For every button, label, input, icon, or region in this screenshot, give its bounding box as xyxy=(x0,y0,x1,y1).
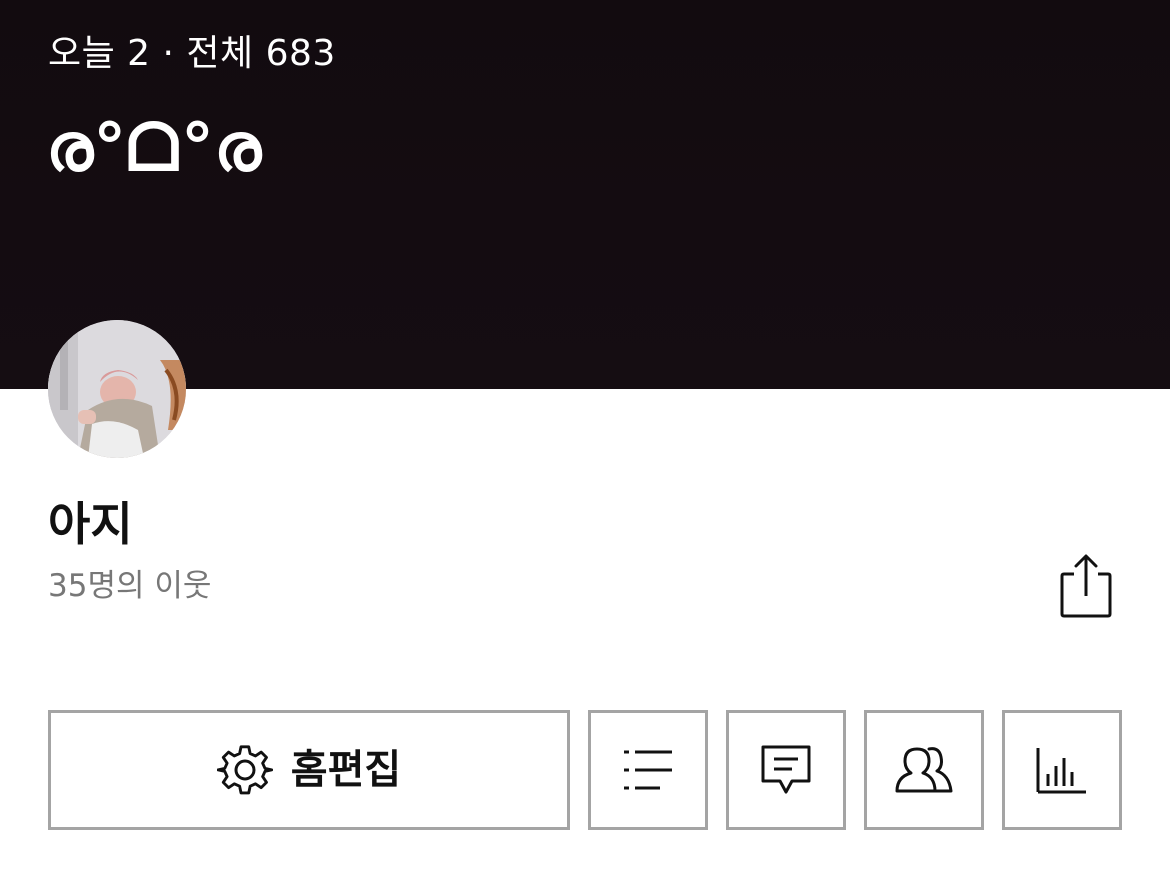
profile-name: 아지 xyxy=(48,497,133,551)
bar-chart-icon xyxy=(1036,746,1088,794)
gear-icon xyxy=(216,742,273,798)
avatar[interactable] xyxy=(48,320,186,458)
neighbor-button[interactable] xyxy=(864,710,984,830)
post-list-button[interactable] xyxy=(588,710,708,830)
comment-icon xyxy=(760,744,812,796)
edit-home-label: 홈편집 xyxy=(290,747,402,793)
statistics-button[interactable] xyxy=(1002,710,1122,830)
avatar-photo xyxy=(48,320,186,458)
visit-stats: 오늘 2 · 전체 683 xyxy=(48,33,336,74)
blog-home: 오늘 2 · 전체 683 ര°ᗝ°ര 아지 35명의 이웃 홈편집 xyxy=(0,0,1170,876)
comment-button[interactable] xyxy=(726,710,846,830)
neighbor-count[interactable]: 35명의 이웃 xyxy=(48,566,211,606)
share-icon xyxy=(1056,550,1116,622)
edit-home-button[interactable]: 홈편집 xyxy=(48,710,570,830)
share-button[interactable] xyxy=(1056,550,1116,622)
list-icon xyxy=(622,748,674,792)
cover-image: 오늘 2 · 전체 683 ര°ᗝ°ര xyxy=(0,0,1170,389)
people-icon xyxy=(895,745,953,795)
blog-title: ര°ᗝ°ര xyxy=(46,109,262,186)
